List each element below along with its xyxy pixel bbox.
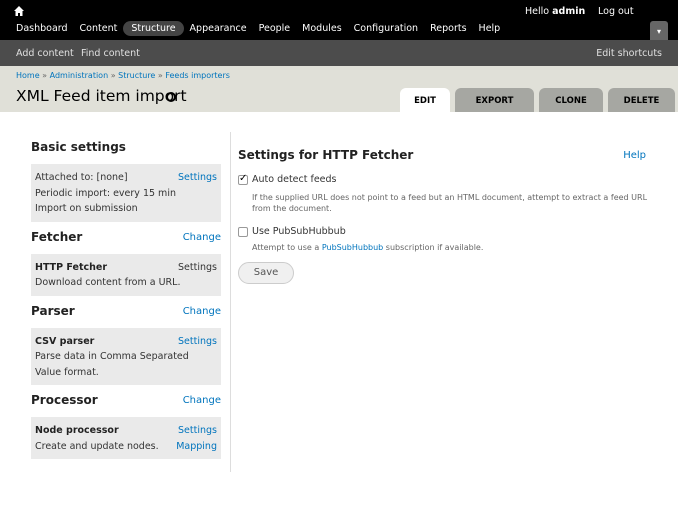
basic-settings-box: Attached to: [none] Settings Periodic imp… xyxy=(31,164,221,222)
parser-title: Parser xyxy=(31,303,75,318)
breadcrumb-administration[interactable]: Administration xyxy=(50,71,109,80)
page-title: XML Feed item import xyxy=(16,87,187,105)
menu-configuration[interactable]: Configuration xyxy=(348,21,424,36)
menu-reports[interactable]: Reports xyxy=(424,21,472,36)
menu-appearance[interactable]: Appearance xyxy=(184,21,253,36)
tab-clone[interactable]: Clone xyxy=(539,88,603,112)
parser-change-link[interactable]: Change xyxy=(183,306,221,317)
pubsub-description: Attempt to use a PubSubHubbub subscripti… xyxy=(238,242,648,253)
admin-toolbar: Hello admin Log out Dashboard Content St… xyxy=(0,0,678,41)
menu-dashboard[interactable]: Dashboard xyxy=(10,21,74,36)
periodic-import-text: Periodic import: every 15 min xyxy=(35,187,176,199)
pubsub-desc-post: subscription if available. xyxy=(383,243,484,252)
shortcuts-bar: Add content Find content Edit shortcuts xyxy=(0,40,678,66)
primary-tabs: Edit Export Clone Delete xyxy=(400,88,678,112)
breadcrumb-feeds-importers[interactable]: Feeds importers xyxy=(165,71,230,80)
fetcher-name: HTTP Fetcher xyxy=(35,261,108,273)
menu-help[interactable]: Help xyxy=(473,21,507,36)
pubsub-desc-pre: Attempt to use a xyxy=(252,243,322,252)
fetcher-settings-form: Settings for HTTP Fetcher Help Auto dete… xyxy=(238,148,648,284)
processor-mapping-link[interactable]: Mapping xyxy=(176,439,217,455)
basic-settings-header: Basic settings xyxy=(31,140,221,156)
parser-header: Parser Change xyxy=(31,304,221,320)
menu-content[interactable]: Content xyxy=(74,21,124,36)
breadcrumb: Home » Administration » Structure » Feed… xyxy=(16,71,230,80)
edit-shortcuts-link[interactable]: Edit shortcuts xyxy=(596,48,662,59)
tab-edit[interactable]: Edit xyxy=(400,88,450,112)
processor-change-link[interactable]: Change xyxy=(183,395,221,406)
tab-export[interactable]: Export xyxy=(455,88,534,112)
username-link[interactable]: admin xyxy=(552,6,585,17)
processor-name: Node processor xyxy=(35,425,119,436)
parser-settings-link[interactable]: Settings xyxy=(178,334,217,350)
menu-people[interactable]: People xyxy=(253,21,297,36)
breadcrumb-structure[interactable]: Structure xyxy=(118,71,155,80)
basic-settings-link[interactable]: Settings xyxy=(178,170,217,186)
import-on-submission-text: Import on submission xyxy=(35,203,138,214)
processor-description: Create and update nodes. xyxy=(35,440,159,452)
processor-header: Processor Change xyxy=(31,393,221,409)
pubsub-checkbox[interactable] xyxy=(238,227,248,237)
parser-name: CSV parser xyxy=(35,335,95,347)
attached-to-text: Attached to: [none] xyxy=(35,172,128,183)
menu-modules[interactable]: Modules xyxy=(296,21,348,36)
processor-title: Processor xyxy=(31,393,98,407)
save-button[interactable]: Save xyxy=(238,262,294,284)
greeting-text: Hello xyxy=(525,6,553,17)
importer-sidebar: Basic settings Attached to: [none] Settin… xyxy=(31,140,221,467)
shortcut-add-content[interactable]: Add content xyxy=(16,48,74,59)
tab-delete[interactable]: Delete xyxy=(608,88,675,112)
user-greeting: Hello admin xyxy=(525,6,585,17)
auto-detect-description: If the supplied URL does not point to a … xyxy=(252,193,648,213)
breadcrumb-home[interactable]: Home xyxy=(16,71,40,80)
fetcher-change-link[interactable]: Change xyxy=(183,232,221,243)
processor-box: Node processor Settings Create and update… xyxy=(31,417,221,459)
fetcher-description: Download content from a URL. xyxy=(35,277,181,288)
parser-box: CSV parser Settings Parse data in Comma S… xyxy=(31,327,221,385)
parser-description: Parse data in Comma Separated Value form… xyxy=(35,351,189,378)
shortcut-add-icon[interactable] xyxy=(166,92,176,102)
pubsub-link[interactable]: PubSubHubbub xyxy=(322,243,383,252)
shortcut-find-content[interactable]: Find content xyxy=(81,48,140,59)
shortcuts-toggle-icon[interactable]: ▾ xyxy=(650,21,668,41)
fetcher-box: HTTP Fetcher Settings Download content fr… xyxy=(31,253,221,296)
auto-detect-row: Auto detect feeds xyxy=(238,173,648,185)
page-header: Home » Administration » Structure » Feed… xyxy=(0,66,678,112)
fetcher-header: Fetcher Change xyxy=(31,230,221,246)
processor-settings-link[interactable]: Settings xyxy=(178,423,217,439)
home-icon[interactable] xyxy=(13,5,25,17)
fetcher-settings-label: Settings xyxy=(178,261,217,273)
admin-menu: Dashboard Content Structure Appearance P… xyxy=(10,19,506,37)
column-divider xyxy=(230,132,231,472)
auto-detect-label[interactable]: Auto detect feeds xyxy=(252,174,337,185)
help-link[interactable]: Help xyxy=(623,150,646,161)
form-title: Settings for HTTP Fetcher xyxy=(238,148,414,162)
pubsub-row: Use PubSubHubbub xyxy=(238,226,648,237)
pubsub-label[interactable]: Use PubSubHubbub xyxy=(252,226,346,237)
menu-structure[interactable]: Structure xyxy=(123,20,184,36)
auto-detect-checkbox[interactable] xyxy=(238,173,248,185)
logout-link[interactable]: Log out xyxy=(598,6,634,17)
fetcher-title: Fetcher xyxy=(31,229,83,244)
basic-settings-title: Basic settings xyxy=(31,140,126,154)
